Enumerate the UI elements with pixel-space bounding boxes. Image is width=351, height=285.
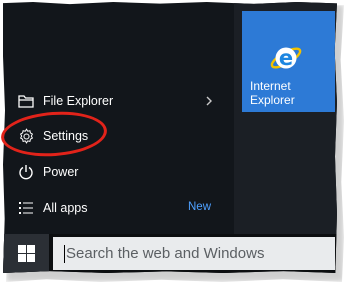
- internet-explorer-tile[interactable]: e Internet Explorer: [242, 11, 335, 112]
- list-icon: [17, 199, 35, 217]
- search-input[interactable]: Search the web and Windows: [53, 237, 335, 270]
- taskbar: Search the web and Windows: [3, 234, 337, 273]
- tile-label: Internet Explorer: [250, 79, 295, 107]
- menu-item-label: File Explorer: [43, 94, 114, 108]
- power-icon: [17, 163, 35, 181]
- screenshot-frame: e Internet Explorer File Explorer Settin…: [0, 0, 351, 285]
- internet-explorer-icon: e: [270, 46, 302, 70]
- new-badge: New: [188, 201, 212, 213]
- menu-item-all-apps[interactable]: All apps New: [3, 193, 229, 223]
- menu-item-label: All apps: [43, 201, 88, 215]
- folder-icon: [17, 92, 35, 110]
- windows-logo-icon: [17, 245, 35, 262]
- menu-item-label: Power: [43, 165, 79, 179]
- menu-item-file-explorer[interactable]: File Explorer: [3, 86, 229, 116]
- menu-item-power[interactable]: Power: [3, 157, 229, 187]
- text-caret: [64, 244, 65, 263]
- svg-text:e: e: [279, 46, 293, 70]
- start-button[interactable]: [3, 234, 49, 273]
- search-placeholder: Search the web and Windows: [66, 245, 265, 262]
- chevron-right-icon[interactable]: [203, 95, 215, 107]
